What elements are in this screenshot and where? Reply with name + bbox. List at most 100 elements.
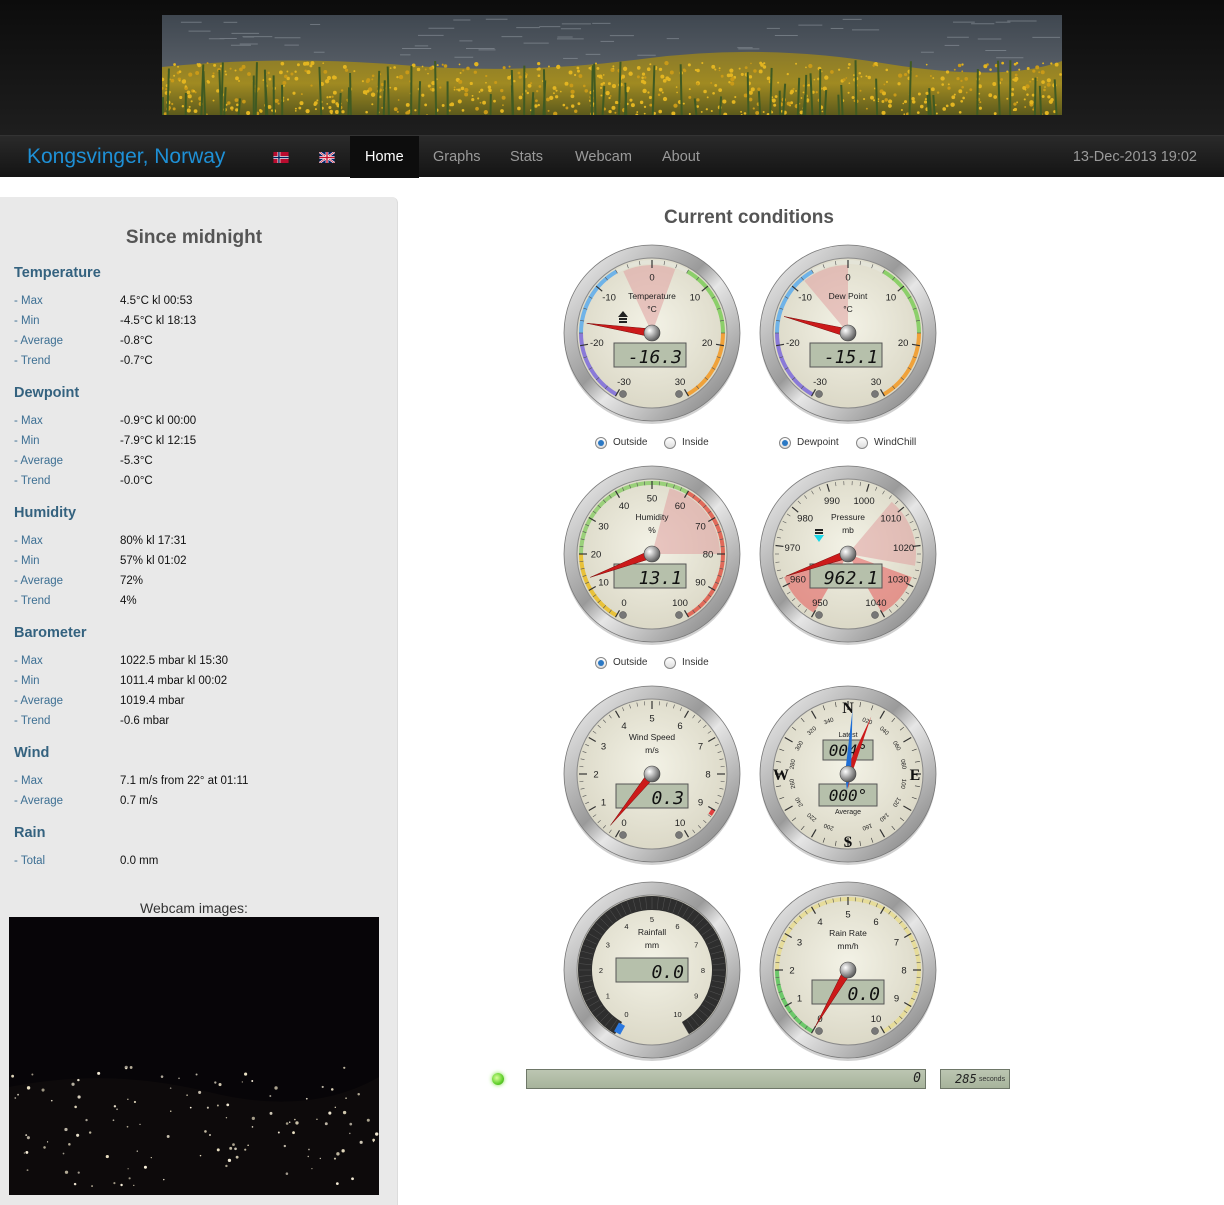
stat-row: - Average -0.8°C bbox=[14, 335, 394, 349]
radio-checked-icon[interactable] bbox=[595, 657, 607, 669]
average-label: Average bbox=[835, 809, 861, 816]
screw-icon bbox=[871, 390, 879, 398]
stat-value: -7.9°C kl 12:15 bbox=[120, 435, 197, 447]
stat-row: - Min 57% kl 01:02 bbox=[14, 555, 394, 569]
tick-label: 10 bbox=[673, 1010, 681, 1019]
tick-label: 60 bbox=[675, 501, 686, 512]
radio-checked-icon[interactable] bbox=[779, 437, 791, 449]
radio-checked-icon[interactable] bbox=[595, 437, 607, 449]
radio-label: Inside bbox=[682, 437, 709, 448]
tick-label: 0 bbox=[621, 598, 626, 609]
stat-label: - Trend bbox=[14, 595, 51, 607]
stat-row: - Min -4.5°C kl 18:13 bbox=[14, 315, 394, 329]
tick-label: 950 bbox=[812, 598, 828, 609]
gauge-title: Rainfall bbox=[638, 927, 666, 937]
tick-label: 50 bbox=[647, 494, 658, 505]
stat-label: - Min bbox=[14, 435, 40, 447]
tick-label: -10 bbox=[602, 293, 616, 304]
screw-icon bbox=[675, 831, 683, 839]
norway-flag-icon[interactable] bbox=[273, 152, 289, 163]
webcam-image[interactable] bbox=[9, 917, 379, 1195]
status-led-icon bbox=[492, 1073, 504, 1085]
stat-row: - Max 1022.5 mbar kl 15:30 bbox=[14, 655, 394, 669]
stat-label: - Min bbox=[14, 315, 40, 327]
gauge-title: Dew Point bbox=[829, 291, 868, 301]
nav-stats[interactable]: Stats bbox=[495, 136, 558, 178]
section-temperature: Temperature bbox=[14, 265, 101, 281]
screw-icon bbox=[815, 1027, 823, 1035]
screw-icon bbox=[871, 1027, 879, 1035]
screw-icon bbox=[815, 390, 823, 398]
lcd-readout: -15.1 bbox=[824, 347, 878, 368]
site-title[interactable]: Kongsvinger, Norway bbox=[27, 145, 225, 169]
stat-value: 72% bbox=[120, 575, 144, 587]
gauge-unit: °C bbox=[843, 304, 853, 314]
tick-label: 8 bbox=[705, 770, 710, 781]
trend-bar-icon bbox=[815, 529, 823, 531]
needle-hub bbox=[839, 545, 857, 563]
tick-label: 4 bbox=[624, 922, 628, 931]
stat-row: - Average 0.7 m/s bbox=[14, 795, 394, 809]
tick-label: 1 bbox=[606, 992, 610, 1001]
section-rain: Rain bbox=[14, 825, 46, 841]
tick-label: 9 bbox=[698, 798, 703, 809]
stat-value: 57% kl 01:02 bbox=[120, 555, 187, 567]
stat-label: - Max bbox=[14, 535, 43, 547]
needle-hub bbox=[839, 324, 857, 342]
sidebar: Since midnight Temperature - Max 4.5°C kl… bbox=[0, 197, 398, 1205]
tick-label: 3 bbox=[797, 938, 802, 949]
radio-label: Outside bbox=[613, 437, 648, 448]
tick-label: -10 bbox=[798, 293, 812, 304]
gauge-title: Rain Rate bbox=[829, 928, 867, 938]
tick-label: 6 bbox=[677, 721, 682, 732]
gauge-unit: % bbox=[648, 525, 656, 535]
needle-hub bbox=[643, 324, 661, 342]
radio-unchecked-icon[interactable] bbox=[856, 437, 868, 449]
stat-label: - Min bbox=[14, 675, 40, 687]
lcd-readout: -16.3 bbox=[628, 347, 682, 368]
stat-row: - Min -7.9°C kl 12:15 bbox=[14, 435, 394, 449]
timer-unit: seconds bbox=[979, 1076, 1006, 1083]
pressure-gauge: 950 960 970 980 990 1000 1010 1020 1030 1040 Press… bbox=[759, 465, 937, 645]
radio-unchecked-icon[interactable] bbox=[664, 437, 676, 449]
page-header bbox=[0, 0, 1224, 135]
tick-label: 3 bbox=[606, 941, 610, 950]
tick-label: 5 bbox=[845, 910, 850, 921]
nav-about[interactable]: About bbox=[647, 136, 715, 178]
uk-flag-icon[interactable] bbox=[319, 152, 335, 163]
stat-label: - Average bbox=[14, 795, 64, 807]
rainfall-gauge: 0 1 2 3 4 5 6 7 8 9 10 Rainfall mm 0.0 bbox=[563, 881, 741, 1061]
trend-bar-icon bbox=[619, 318, 627, 320]
stat-label: - Trend bbox=[14, 715, 51, 727]
tick-label: 3 bbox=[601, 742, 606, 753]
tick-label: 1 bbox=[797, 994, 802, 1005]
tick-label: 10 bbox=[871, 1014, 882, 1025]
tick-label: 10 bbox=[598, 578, 609, 589]
stat-row: - Max 4.5°C kl 00:53 bbox=[14, 295, 394, 309]
needle-hub bbox=[643, 765, 661, 783]
gauge-unit: m/s bbox=[645, 745, 659, 755]
radio-label: Inside bbox=[682, 657, 709, 668]
gauge-title: Temperature bbox=[628, 291, 676, 301]
tick-label: 80 bbox=[703, 550, 714, 561]
stat-value: 1022.5 mbar kl 15:30 bbox=[120, 655, 229, 667]
stat-row: - Max 7.1 m/s from 22° at 01:11 bbox=[14, 775, 394, 789]
tick-label: 1010 bbox=[880, 514, 901, 525]
tick-label: 70 bbox=[695, 522, 706, 533]
section-wind: Wind bbox=[14, 745, 50, 761]
tick-label: 20 bbox=[702, 338, 713, 349]
nav-webcam[interactable]: Webcam bbox=[560, 136, 647, 178]
tick-label: 30 bbox=[598, 522, 609, 533]
tick-label: 0 bbox=[624, 1010, 628, 1019]
radio-unchecked-icon[interactable] bbox=[664, 657, 676, 669]
tick-label: -20 bbox=[786, 338, 800, 349]
nav-graphs[interactable]: Graphs bbox=[418, 136, 496, 178]
tick-label: 10 bbox=[886, 293, 897, 304]
nav-home[interactable]: Home bbox=[350, 136, 419, 178]
tick-label: 7 bbox=[894, 938, 899, 949]
tick-label: 1020 bbox=[893, 543, 914, 554]
trend-bar-icon bbox=[619, 321, 627, 323]
tick-label: 0 bbox=[621, 818, 626, 829]
stat-value: 1011.4 mbar kl 00:02 bbox=[120, 675, 228, 687]
stat-value: -4.5°C kl 18:13 bbox=[120, 315, 197, 327]
